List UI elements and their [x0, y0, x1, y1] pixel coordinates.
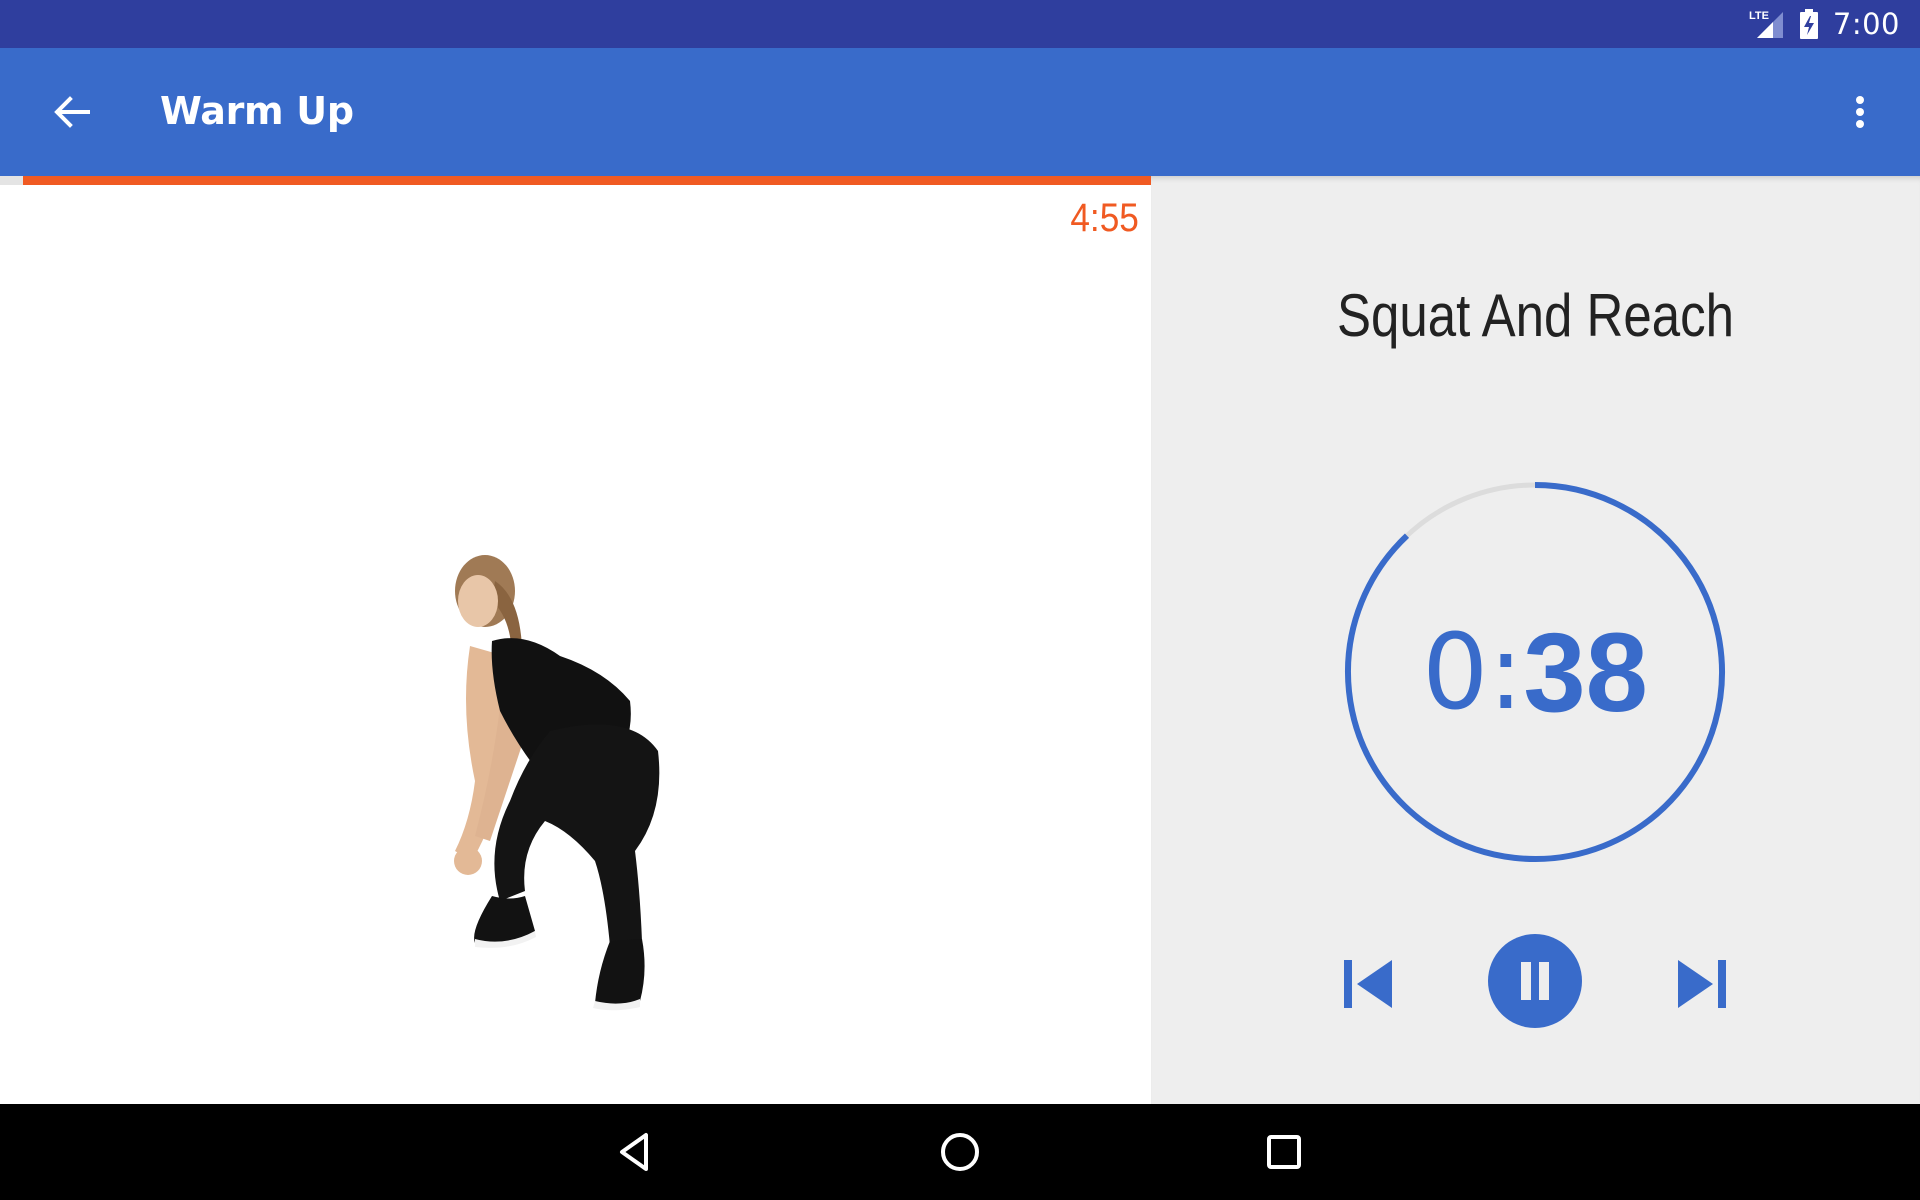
skip-previous-icon	[1344, 960, 1392, 1008]
timer-minutes: 0	[1422, 611, 1489, 733]
nav-home-button[interactable]	[936, 1128, 984, 1176]
nav-recents-icon	[1267, 1135, 1301, 1169]
page-title: Warm Up	[160, 89, 354, 133]
skip-next-icon	[1678, 960, 1726, 1008]
overflow-menu-button[interactable]	[1840, 88, 1880, 136]
system-nav-bar	[0, 1104, 1920, 1200]
status-icons: LTE 7:00	[1749, 0, 1900, 48]
nav-back-icon	[620, 1133, 648, 1171]
workout-remaining-time: 4:55	[1070, 196, 1139, 240]
exercise-demo-figure	[454, 555, 660, 1011]
nav-back-button[interactable]	[612, 1128, 660, 1176]
back-button[interactable]	[48, 88, 96, 136]
exercise-video[interactable]: 4:55	[0, 176, 1151, 1104]
workout-progress-fill	[23, 176, 1151, 185]
exercise-panel: Squat And Reach 0 : 38	[1151, 176, 1920, 1104]
app-bar: Warm Up	[0, 48, 1920, 176]
pause-icon	[1521, 962, 1549, 1000]
timer-colon: :	[1488, 611, 1524, 733]
lte-signal-icon: LTE	[1749, 10, 1783, 38]
nav-home-icon	[941, 1133, 979, 1171]
next-exercise-button[interactable]	[1670, 956, 1734, 1012]
nav-recents-button[interactable]	[1260, 1128, 1308, 1176]
more-vert-icon	[1856, 96, 1864, 128]
timer-seconds: 38	[1523, 609, 1648, 735]
arrow-back-icon	[54, 96, 90, 128]
clock: 7:00	[1832, 7, 1900, 41]
battery-charging-icon	[1799, 9, 1818, 39]
exercise-timer: 0 : 38	[1342, 479, 1728, 865]
timer-readout: 0 : 38	[1342, 479, 1728, 865]
workout-progress-bar	[0, 176, 1151, 185]
status-bar: LTE 7:00	[0, 0, 1920, 48]
svg-text:LTE: LTE	[1749, 10, 1769, 22]
previous-exercise-button[interactable]	[1336, 956, 1400, 1012]
pause-button[interactable]	[1488, 934, 1582, 1028]
exercise-name: Squat And Reach	[1337, 282, 1734, 349]
